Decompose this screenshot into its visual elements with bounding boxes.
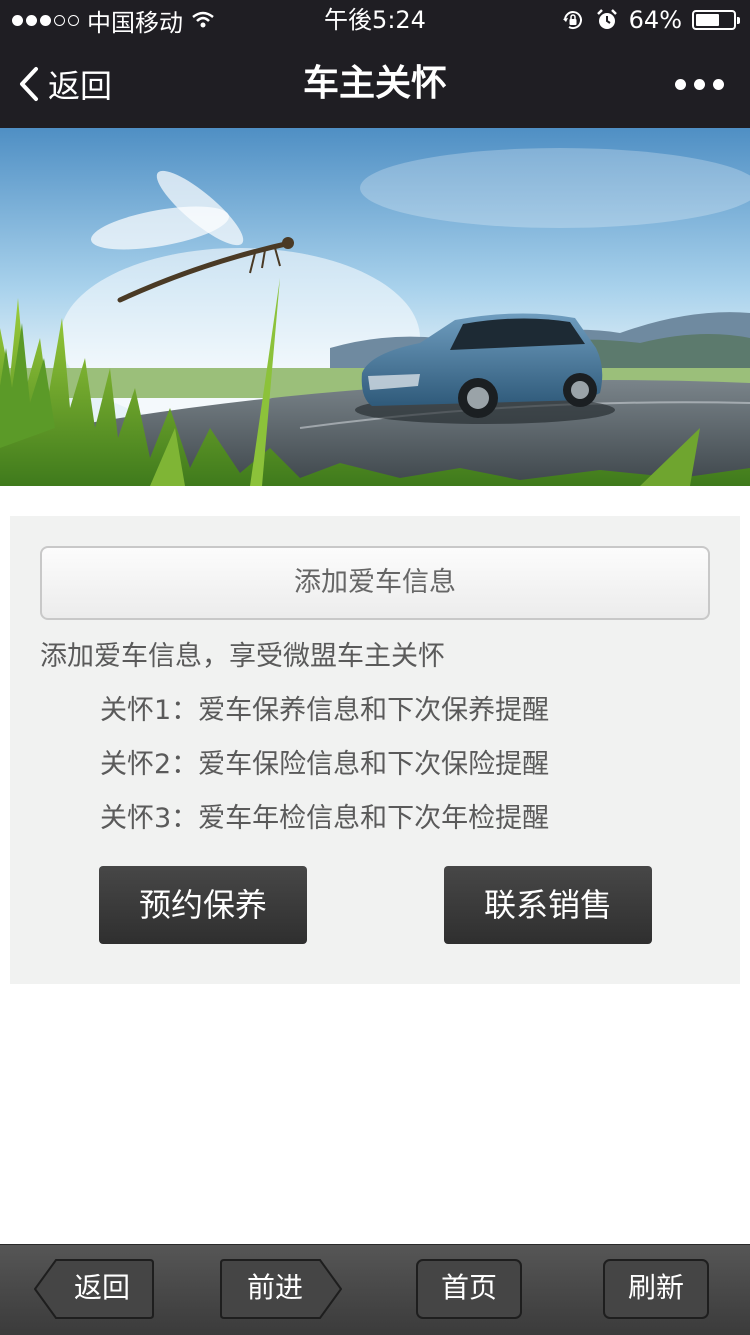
add-car-info-button[interactable]: 添加爱车信息 [40,546,710,620]
status-bar: 中国移动 午後5:24 64% [0,0,750,40]
care-item-3: 关怀3：爱车年检信息和下次年检提醒 [100,803,550,834]
status-right: 64% [561,0,740,40]
contact-sales-button[interactable]: 联系销售 [444,866,652,944]
toolbar-forward-label: 前进 [246,1271,303,1304]
rotation-lock-icon [562,11,582,30]
bottom-toolbar: 返回 前进 首页 刷新 [0,1244,750,1335]
toolbar-refresh-label: 刷新 [627,1271,684,1304]
battery-icon [692,10,740,30]
toolbar-refresh-button[interactable]: 刷新 [603,1259,709,1319]
chevron-left-icon [20,67,38,101]
nav-back-button[interactable]: 返回 [18,40,112,128]
page-title: 车主关怀 [302,63,447,104]
nav-back-label: 返回 [48,67,113,105]
toolbar-home-label: 首页 [440,1271,497,1304]
care-item-2: 关怀2：爱车保险信息和下次保险提醒 [100,749,550,780]
battery-percent: 64% [628,6,682,34]
intro-text: 添加爱车信息，享受微盟车主关怀 [40,641,445,672]
toolbar-back-button[interactable]: 返回 [34,1259,154,1319]
car-care-card: 添加爱车信息 添加爱车信息，享受微盟车主关怀 关怀1：爱车保养信息和下次保养提醒… [10,516,740,984]
alarm-icon [596,9,617,29]
more-options-icon[interactable] [675,40,724,128]
toolbar-forward-button[interactable]: 前进 [220,1259,342,1319]
care-item-1: 关怀1：爱车保养信息和下次保养提醒 [100,695,550,726]
banner-image [0,128,750,486]
book-maintenance-button[interactable]: 预约保养 [99,866,307,944]
toolbar-home-button[interactable]: 首页 [416,1259,522,1319]
nav-bar: 返回 车主关怀 [0,40,750,128]
toolbar-back-label: 返回 [73,1271,130,1304]
